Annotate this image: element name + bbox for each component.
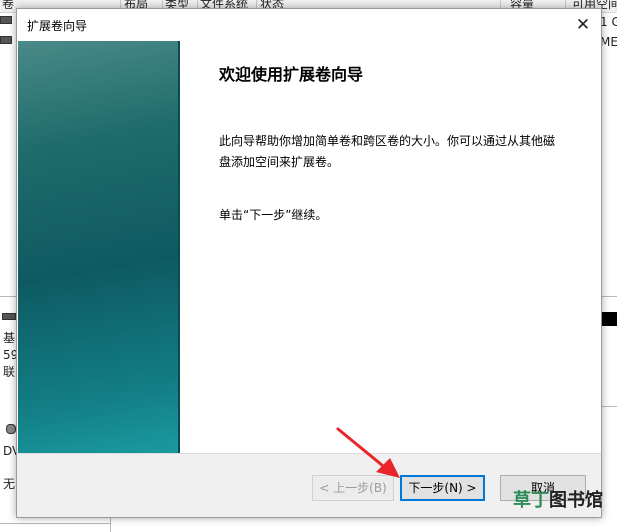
partition-border xyxy=(600,406,617,407)
title-bar[interactable]: 扩展卷向导 ✕ xyxy=(17,9,601,41)
close-button[interactable]: ✕ xyxy=(573,15,593,35)
pane-divider xyxy=(0,523,110,524)
site-watermark: 草丁图书馆 xyxy=(513,486,603,512)
watermark-text: 图书馆 xyxy=(549,490,603,511)
dvd-status: 无 xyxy=(3,477,16,491)
disk-label: 基 xyxy=(3,331,16,345)
red-arrow-annotation xyxy=(336,427,400,478)
free-space-value: 1 G xyxy=(600,15,617,29)
welcome-heading: 欢迎使用扩展卷向导 xyxy=(219,65,364,84)
footer-divider xyxy=(17,453,601,454)
drive-icon xyxy=(0,36,12,44)
wizard-page: 欢迎使用扩展卷向导 此向导帮助你增加简单卷和跨区卷的大小。你可以通过从其他磁盘添… xyxy=(17,41,601,453)
disk-icon xyxy=(2,313,16,320)
pane-divider xyxy=(110,516,111,532)
next-button[interactable]: 下一步(N) > xyxy=(400,475,485,501)
disk-status: 联 xyxy=(3,365,16,379)
extend-volume-wizard: 扩展卷向导 ✕ 欢迎使用扩展卷向导 此向导帮助你增加简单卷和跨区卷的大小。你可以… xyxy=(16,8,602,518)
wizard-instruction: 单击“下一步”继续。 xyxy=(219,208,328,222)
free-space-value: ME xyxy=(600,35,617,49)
watermark-colored-text: 草丁 xyxy=(513,490,549,511)
wizard-description: 此向导帮助你增加简单卷和跨区卷的大小。你可以通过从其他磁盘添加空间来扩展卷。 xyxy=(219,134,556,169)
wizard-side-banner xyxy=(18,41,178,453)
banner-edge xyxy=(178,41,180,453)
partition-bar xyxy=(600,312,617,326)
drive-icon xyxy=(0,16,12,24)
cdrom-icon xyxy=(6,424,16,434)
dialog-title: 扩展卷向导 xyxy=(27,19,88,33)
